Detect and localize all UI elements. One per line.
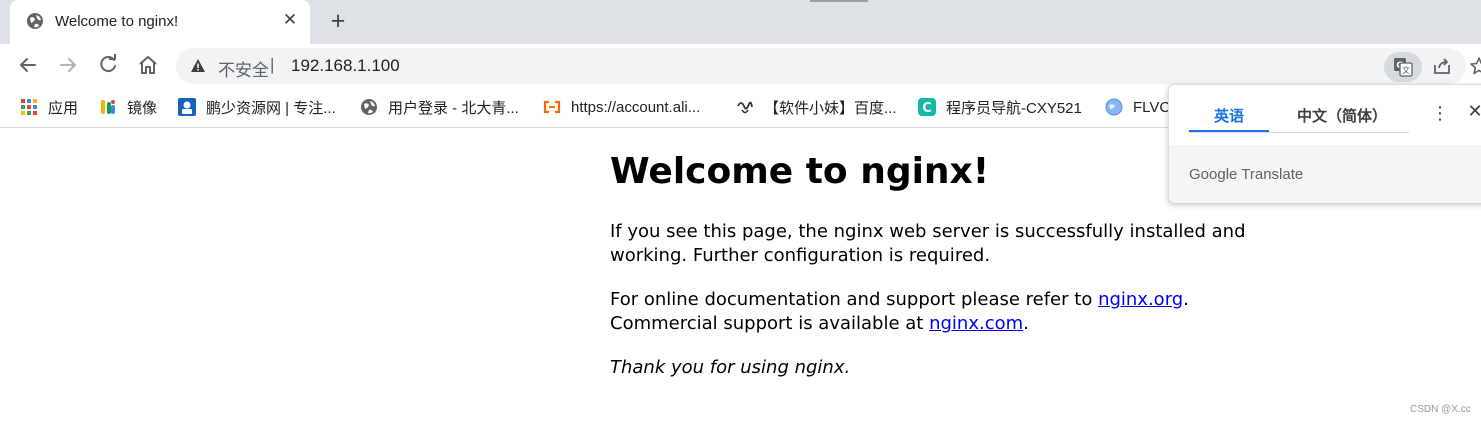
bookmark-ruanjian[interactable]: 【软件小妹】百度... (736, 96, 897, 118)
bookmark-label: 程序员导航-CXY521 (946, 99, 1082, 117)
translate-button[interactable]: G 文 (1384, 52, 1422, 82)
page-heading: Welcome to nginx! (610, 151, 990, 192)
globe-icon (1105, 98, 1123, 116)
tab-target-language[interactable]: 中文（简体） (1287, 105, 1397, 126)
nginx-com-link[interactable]: nginx.com (929, 313, 1023, 334)
tab-source-language[interactable]: 英语 (1189, 105, 1269, 126)
bookmark-label: 【软件小妹】百度... (764, 99, 897, 117)
bookmark-aliyun[interactable]: https://account.ali... (543, 96, 700, 118)
nginx-org-link[interactable]: nginx.org (1098, 289, 1183, 310)
bookmark-apps[interactable]: 应用 (20, 96, 78, 118)
bookmark-label: 鹏少资源网 | 专注... (206, 99, 336, 117)
globe-icon (361, 99, 377, 115)
share-icon[interactable] (1430, 54, 1454, 78)
watermark: CSDN @X.cc (1410, 404, 1471, 415)
thanks-text: Thank you for using nginx. (610, 357, 851, 378)
active-tab-indicator (1189, 130, 1269, 132)
bookmark-beida[interactable]: 用户登录 - 北大青... (360, 96, 519, 118)
more-options-icon[interactable]: ⋮ (1431, 103, 1449, 123)
tab-strip: Welcome to nginx! ✕ + (0, 0, 1481, 44)
security-status-label[interactable]: 不安全 (218, 56, 269, 81)
tab-divider (1189, 132, 1409, 133)
mirror-icon (101, 100, 115, 114)
thanks-paragraph: Thank you for using nginx. (610, 356, 1250, 380)
page-content: Welcome to nginx! If you see this page, … (610, 150, 1250, 400)
bookmark-star-icon[interactable] (1469, 54, 1481, 78)
docs-text-period: . (1183, 289, 1189, 310)
bookmark-cxy521[interactable]: C 程序员导航-CXY521 (918, 96, 1082, 118)
svg-text:C: C (922, 101, 932, 116)
ruanjian-icon (737, 101, 753, 114)
close-popup-icon[interactable]: ✕ (1465, 101, 1481, 122)
bookmark-mirror[interactable]: 镜像 (99, 96, 157, 118)
docs-text: For online documentation and support ple… (610, 289, 1099, 310)
url-text[interactable]: 192.168.1.100 (291, 56, 400, 76)
translate-popup: 英语 中文（简体） ⋮ ✕ Google Translate (1168, 84, 1481, 203)
new-tab-button[interactable]: + (326, 8, 350, 34)
tab-strip-indicator (810, 0, 868, 2)
commercial-text: Commercial support is available at (610, 313, 930, 334)
toolbar: 不安全 | 192.168.1.100 (0, 44, 1481, 88)
forward-arrow-icon[interactable] (56, 53, 80, 77)
omnibox-separator: | (270, 55, 275, 74)
google-translate-brand: Google Translate (1189, 166, 1304, 183)
bookmark-label: 应用 (48, 99, 79, 117)
bookmark-label: https://account.ali... (571, 98, 701, 116)
tab-active[interactable]: Welcome to nginx! ✕ (10, 0, 310, 44)
close-tab-icon[interactable]: ✕ (280, 10, 300, 30)
bookmark-pengshao[interactable]: 鹏少资源网 | 专注... (178, 96, 336, 118)
site-icon (178, 98, 196, 116)
tab-title: Welcome to nginx! (55, 13, 179, 30)
bookmark-label: 镜像 (127, 99, 158, 117)
commercial-text-period: . (1023, 313, 1029, 334)
bookmark-flvc[interactable]: FLVC (1105, 96, 1170, 118)
translate-icon: G 文 (1394, 58, 1413, 77)
svg-text:文: 文 (1402, 65, 1410, 75)
address-bar[interactable]: 不安全 | 192.168.1.100 (176, 48, 1466, 84)
reload-icon[interactable] (96, 53, 120, 77)
apps-grid-icon (21, 99, 37, 115)
c-icon: C (918, 98, 936, 116)
docs-paragraph: For online documentation and support ple… (610, 288, 1250, 336)
warning-icon[interactable] (190, 58, 206, 74)
intro-paragraph: If you see this page, the nginx web serv… (610, 221, 1246, 266)
back-arrow-icon[interactable] (16, 53, 40, 77)
aliyun-icon (543, 100, 561, 114)
home-icon[interactable] (136, 53, 160, 77)
bookmark-label: 用户登录 - 北大青... (388, 99, 519, 117)
bookmark-label: FLVC (1133, 98, 1171, 116)
globe-icon (27, 13, 43, 29)
